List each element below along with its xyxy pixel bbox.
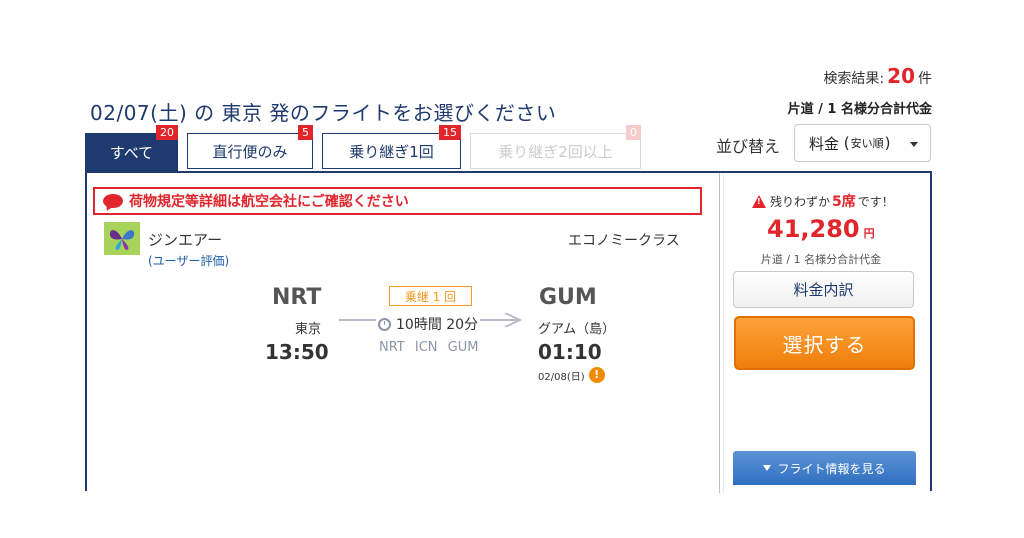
fare-price-note: 片道 / 1 名様分合計代金 xyxy=(760,253,882,266)
tab-one-stop-label: 乗り継ぎ1回 xyxy=(349,142,434,161)
tab-direct[interactable]: 直行便のみ 5 xyxy=(187,125,313,169)
seats-suffix: です！ xyxy=(857,194,894,209)
flight-result-card: 荷物規定等詳細は航空会社にご確認ください ジンエアー (ユーザー評価) エコノミ… xyxy=(85,171,932,493)
tab-two-plus-label: 乗り継ぎ2回以上 xyxy=(498,142,613,161)
sort-value-sub: 安い順 xyxy=(850,137,884,150)
fare-amount: 41,280 xyxy=(767,215,860,243)
warning-triangle-icon xyxy=(752,194,766,208)
airline-name: ジンエアー xyxy=(148,231,223,249)
cabin-class: エコノミークラス xyxy=(568,233,680,249)
seats-prefix: 残りわずか xyxy=(770,194,831,209)
arrival-time: 01:10 xyxy=(538,340,602,364)
results-number: 20 xyxy=(887,64,915,88)
arrival-date-text: 02/08(日) xyxy=(538,371,585,383)
sort-value: 料金 xyxy=(809,134,840,153)
speech-bubble-icon xyxy=(103,194,123,208)
tab-one-stop-count: 15 xyxy=(439,125,461,140)
column-divider-shadow xyxy=(723,173,724,493)
fare-unit: 円 xyxy=(863,227,875,240)
flight-info-label: フライト情報を見る xyxy=(777,461,886,476)
price-note: 片道 / 1 名様分合計代金 xyxy=(787,102,932,117)
via-airports: NRT ICN GUM xyxy=(379,340,479,355)
seats-count: 5席 xyxy=(832,194,856,210)
page-title: 02/07(土) の 東京 発のフライトをお選びください xyxy=(90,101,557,125)
tab-all-label: すべて xyxy=(109,143,154,162)
flight-duration: 10時間 20分 xyxy=(376,314,481,334)
departure-time: 13:50 xyxy=(265,340,329,364)
column-divider xyxy=(719,173,720,493)
arrival-airport-code: GUM xyxy=(539,285,597,310)
baggage-notice-text: 荷物規定等詳細は航空会社にご確認ください xyxy=(129,194,409,210)
sort-select[interactable]: 料金 (安い順) xyxy=(794,124,931,162)
stop-count-badge: 乗継 1 回 xyxy=(389,286,472,306)
tab-two-plus-count: 0 xyxy=(626,125,641,140)
select-flight-button[interactable]: 選択する xyxy=(734,316,915,370)
fare-breakdown-button[interactable]: 料金内訳 xyxy=(733,271,914,308)
tab-all[interactable]: すべて 20 xyxy=(85,125,178,171)
warning-circle-icon[interactable]: ! xyxy=(588,367,605,383)
tab-direct-count: 5 xyxy=(298,125,313,140)
seats-remaining: 残りわずか 5席 です！ xyxy=(752,191,894,211)
results-count: 検索結果: 20 件 xyxy=(823,64,932,88)
clock-icon xyxy=(378,317,391,331)
departure-city: 東京 xyxy=(295,322,322,337)
tab-two-plus-stops: 乗り継ぎ2回以上 0 xyxy=(470,125,641,169)
tab-all-count: 20 xyxy=(156,125,178,140)
arrival-city: グアム（島） xyxy=(538,322,616,337)
departure-airport-code: NRT xyxy=(272,285,322,310)
sort-paren-open: ( xyxy=(843,134,850,152)
user-rating-link[interactable]: (ユーザー評価) xyxy=(148,252,229,269)
fare-price: 41,280 円 xyxy=(767,215,875,243)
tab-direct-label: 直行便のみ xyxy=(212,142,288,161)
arrival-date: 02/08(日) ! xyxy=(538,367,605,383)
tab-one-stop[interactable]: 乗り継ぎ1回 15 xyxy=(322,125,461,169)
results-unit: 件 xyxy=(918,71,932,87)
caret-down-icon xyxy=(910,142,918,147)
baggage-notice: 荷物規定等詳細は航空会社にご確認ください xyxy=(93,187,702,215)
duration-text: 10時間 20分 xyxy=(396,317,479,333)
sort-paren-close: ) xyxy=(884,134,891,152)
airline-butterfly-logo xyxy=(104,222,140,255)
results-label: 検索結果: xyxy=(823,71,885,87)
flight-info-button[interactable]: フライト情報を見る xyxy=(733,451,916,485)
triangle-down-icon xyxy=(763,465,772,471)
sort-label: 並び替え xyxy=(716,137,781,156)
